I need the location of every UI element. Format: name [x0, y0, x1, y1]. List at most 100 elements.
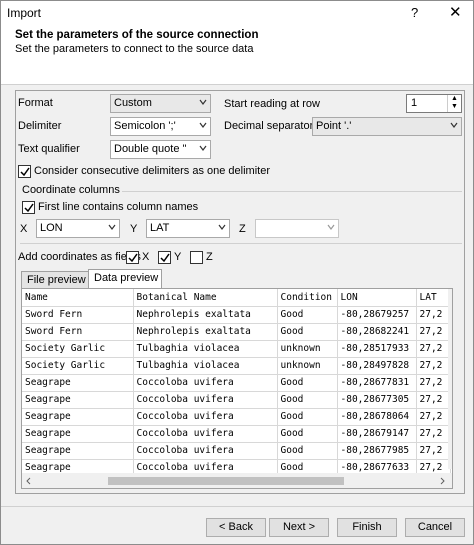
start-row-label: Start reading at row: [224, 98, 320, 110]
chevron-down-icon: [108, 224, 116, 230]
column-header[interactable]: LAT: [416, 289, 451, 307]
first-line-names-label: First line contains column names: [38, 201, 199, 213]
table-row[interactable]: Society Garlic Tulbaghia violacea unknown -…: [22, 340, 451, 358]
add-x-checkbox[interactable]: [126, 251, 139, 264]
start-row-spinner[interactable]: 1 ▲ ▼: [406, 94, 462, 113]
data-table: Name Botanical Name Condition LON LAT Sw…: [22, 289, 451, 477]
table-cell: Good: [277, 408, 338, 426]
finish-button[interactable]: Finish: [337, 518, 397, 537]
table-row[interactable]: Sword Fern Nephrolepis exaltata Good -80,28…: [22, 323, 451, 341]
group-divider: [20, 243, 462, 244]
table-cell: Society Garlic: [22, 340, 134, 358]
checkmark-icon: [160, 253, 170, 263]
table-cell: Seagrape: [22, 442, 134, 460]
decimal-separator-label: Decimal separator: [224, 120, 314, 132]
table-cell: unknown: [277, 357, 338, 375]
tab-file-preview[interactable]: File preview: [21, 271, 89, 288]
table-row[interactable]: Seagrape Coccoloba uvifera Good -80,2867783…: [22, 374, 451, 392]
text-qualifier-select[interactable]: Double quote ": [110, 140, 211, 159]
z-column-select[interactable]: [255, 219, 339, 238]
add-y-checkbox[interactable]: [158, 251, 171, 264]
table-cell: Nephrolepis exaltata: [133, 323, 278, 341]
table-cell: Good: [277, 391, 338, 409]
title-bar: Import ? ✕: [1, 1, 473, 25]
table-row[interactable]: Society Garlic Tulbaghia violacea unknown -…: [22, 357, 451, 375]
table-cell: -80,28678064: [337, 408, 417, 426]
y-column-value: LAT: [150, 222, 170, 234]
page-title: Set the parameters of the source connect…: [15, 29, 259, 41]
delimiter-value: Semicolon ';': [114, 120, 176, 132]
format-label: Format: [18, 97, 53, 109]
table-row[interactable]: Seagrape Coccoloba uvifera Good -80,2867798…: [22, 442, 451, 460]
scrollbar-arrows-icon: [26, 477, 445, 485]
start-row-value: 1: [411, 97, 418, 109]
delimiter-label: Delimiter: [18, 120, 62, 132]
x-column-select[interactable]: LON: [36, 219, 120, 238]
column-header[interactable]: LON: [337, 289, 417, 307]
text-qualifier-label: Text qualifier: [18, 143, 80, 155]
chevron-down-icon: [327, 224, 335, 230]
table-row[interactable]: Seagrape Coccoloba uvifera Good -80,2867730…: [22, 391, 451, 409]
add-x-label: X: [142, 251, 150, 263]
window-title: Import: [7, 6, 42, 20]
table-row[interactable]: Seagrape Coccoloba uvifera Good -80,2867914…: [22, 425, 451, 443]
chevron-down-icon: [199, 122, 207, 128]
table-cell: -80,28677831: [337, 374, 417, 392]
wizard-header: Set the parameters of the source connect…: [1, 25, 473, 85]
coordinate-columns-label: Coordinate columns: [22, 184, 120, 196]
cancel-button[interactable]: Cancel: [405, 518, 465, 537]
table-row[interactable]: Sword Fern Nephrolepis exaltata Good -80,28…: [22, 306, 451, 324]
checkmark-icon: [128, 253, 138, 263]
group-divider: [122, 191, 462, 192]
table-cell: 27,2: [416, 323, 451, 341]
add-coordinates-label: Add coordinates as fields: [18, 251, 141, 263]
table-cell: Good: [277, 425, 338, 443]
format-select[interactable]: Custom: [110, 94, 211, 113]
tab-data-preview[interactable]: Data preview: [88, 269, 162, 288]
column-header[interactable]: Name: [22, 289, 134, 307]
horizontal-scrollbar[interactable]: [22, 473, 452, 488]
decimal-separator-value: Point '.': [316, 120, 352, 132]
y-column-select[interactable]: LAT: [146, 219, 230, 238]
y-column-label: Y: [130, 223, 138, 235]
decimal-separator-select[interactable]: Point '.': [312, 117, 462, 136]
column-header[interactable]: Botanical Name: [133, 289, 278, 307]
format-value: Custom: [114, 97, 152, 109]
table-row[interactable]: Seagrape Coccoloba uvifera Good -80,2867806…: [22, 408, 451, 426]
footer-divider: [1, 506, 473, 507]
text-qualifier-value: Double quote ": [114, 143, 187, 155]
first-line-names-checkbox[interactable]: [22, 201, 35, 214]
help-button[interactable]: ?: [411, 5, 418, 20]
data-preview-grid[interactable]: Name Botanical Name Condition LON LAT Sw…: [21, 288, 453, 489]
table-cell: 27,2: [416, 374, 451, 392]
table-cell: Seagrape: [22, 425, 134, 443]
chevron-down-icon: [199, 99, 207, 105]
table-cell: Nephrolepis exaltata: [133, 306, 278, 324]
spin-up-icon[interactable]: ▲: [448, 95, 461, 103]
chevron-down-icon: [218, 224, 226, 230]
chevron-down-icon: [199, 145, 207, 151]
table-cell: Coccoloba uvifera: [133, 425, 278, 443]
checkmark-icon: [24, 203, 34, 213]
vertical-scrollbar[interactable]: [448, 289, 452, 469]
table-cell: Coccoloba uvifera: [133, 391, 278, 409]
close-button[interactable]: ✕: [449, 3, 462, 21]
table-cell: Good: [277, 374, 338, 392]
table-cell: 27,2: [416, 357, 451, 375]
page-subtitle: Set the parameters to connect to the sou…: [15, 43, 254, 55]
table-cell: Coccoloba uvifera: [133, 442, 278, 460]
next-button[interactable]: Next >: [269, 518, 329, 537]
add-z-checkbox[interactable]: [190, 251, 203, 264]
column-header[interactable]: Condition: [277, 289, 338, 307]
table-cell: Seagrape: [22, 408, 134, 426]
back-button[interactable]: < Back: [206, 518, 266, 537]
x-column-label: X: [20, 223, 28, 235]
add-z-label: Z: [206, 251, 213, 263]
table-cell: Coccoloba uvifera: [133, 408, 278, 426]
table-cell: -80,28517933: [337, 340, 417, 358]
consecutive-delimiters-checkbox[interactable]: [18, 165, 31, 178]
table-cell: unknown: [277, 340, 338, 358]
table-cell: Sword Fern: [22, 306, 134, 324]
spin-down-icon[interactable]: ▼: [448, 103, 461, 111]
delimiter-select[interactable]: Semicolon ';': [110, 117, 211, 136]
